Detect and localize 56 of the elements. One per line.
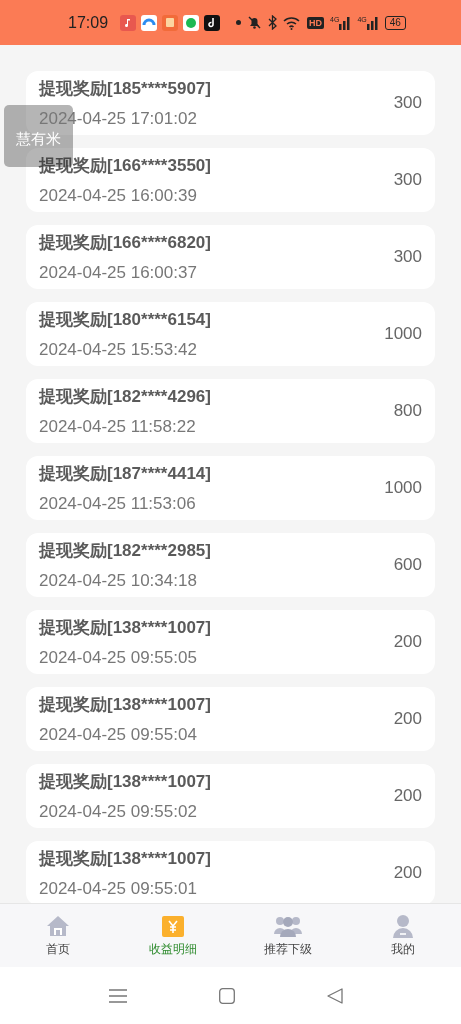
record-amount: 200 xyxy=(393,786,422,806)
app-icon xyxy=(162,14,179,31)
record-amount: 600 xyxy=(393,555,422,575)
dot-icon xyxy=(236,20,242,25)
record-title: 提现奖励[185****5907] xyxy=(39,78,211,100)
calendar-yen-icon xyxy=(160,913,185,938)
record-amount: 800 xyxy=(393,401,422,421)
record-amount: 300 xyxy=(393,170,422,190)
nav-tab[interactable]: 我的 xyxy=(345,904,461,967)
record-amount: 1000 xyxy=(384,324,422,344)
record-time: 2024-04-25 16:00:37 xyxy=(39,263,198,283)
record-title: 提现奖励[182****4296] xyxy=(39,386,211,408)
signal-icon xyxy=(339,15,352,30)
record-time: 2024-04-25 16:00:39 xyxy=(39,186,198,206)
record-title: 提现奖励[180****6154] xyxy=(39,309,211,331)
muted-bell-icon xyxy=(247,15,263,30)
signal-icon xyxy=(366,15,379,30)
record-amount: 200 xyxy=(393,632,422,652)
video-app-icon xyxy=(204,14,221,31)
back-icon[interactable] xyxy=(326,987,343,1004)
bluetooth-icon xyxy=(268,15,278,30)
nav-tab[interactable]: 首页 xyxy=(0,904,116,967)
record-time: 2024-04-25 17:01:02 xyxy=(39,109,198,129)
record-amount: 1000 xyxy=(384,478,422,498)
hd-badge: HD xyxy=(307,16,325,29)
record-time: 2024-04-25 11:53:06 xyxy=(39,494,197,514)
record-title: 提现奖励[166****6820] xyxy=(39,232,211,254)
app-icon xyxy=(141,14,158,31)
record-title: 提现奖励[138****1007] xyxy=(39,617,211,639)
record-title: 提现奖励[138****1007] xyxy=(39,771,211,793)
record-title: 提现奖励[187****4414] xyxy=(39,463,211,485)
record-title: 提现奖励[138****1007] xyxy=(39,848,211,870)
record-time: 2024-04-25 09:55:05 xyxy=(39,648,198,668)
nav-tab[interactable]: 收益明细 xyxy=(115,904,231,967)
menu-icon[interactable] xyxy=(108,988,127,1003)
record-time: 2024-04-25 10:34:18 xyxy=(39,571,198,591)
music-app-icon xyxy=(120,14,137,31)
record-time: 2024-04-25 09:55:01 xyxy=(39,879,198,899)
wifi-icon xyxy=(283,15,302,30)
record-time: 2024-04-25 09:55:04 xyxy=(39,725,198,745)
record-title: 提现奖励[138****1007] xyxy=(39,694,211,716)
record-time: 2024-04-25 11:58:22 xyxy=(39,417,197,437)
home-button-icon[interactable] xyxy=(218,987,235,1004)
record-amount: 200 xyxy=(393,709,422,729)
person-icon xyxy=(392,913,415,938)
record-time: 2024-04-25 09:55:02 xyxy=(39,802,198,822)
battery-indicator: 46 xyxy=(384,15,406,30)
clock-time: 17:09 xyxy=(68,13,109,32)
home-icon xyxy=(45,913,70,938)
record-amount: 300 xyxy=(393,247,422,267)
chat-app-icon xyxy=(183,14,200,31)
record-amount: 200 xyxy=(393,863,422,883)
record-time: 2024-04-25 15:53:42 xyxy=(39,340,198,360)
nav-tab[interactable]: 推荐下级 xyxy=(230,904,346,967)
record-amount: 300 xyxy=(393,93,422,113)
record-title: 提现奖励[182****2985] xyxy=(39,540,211,562)
